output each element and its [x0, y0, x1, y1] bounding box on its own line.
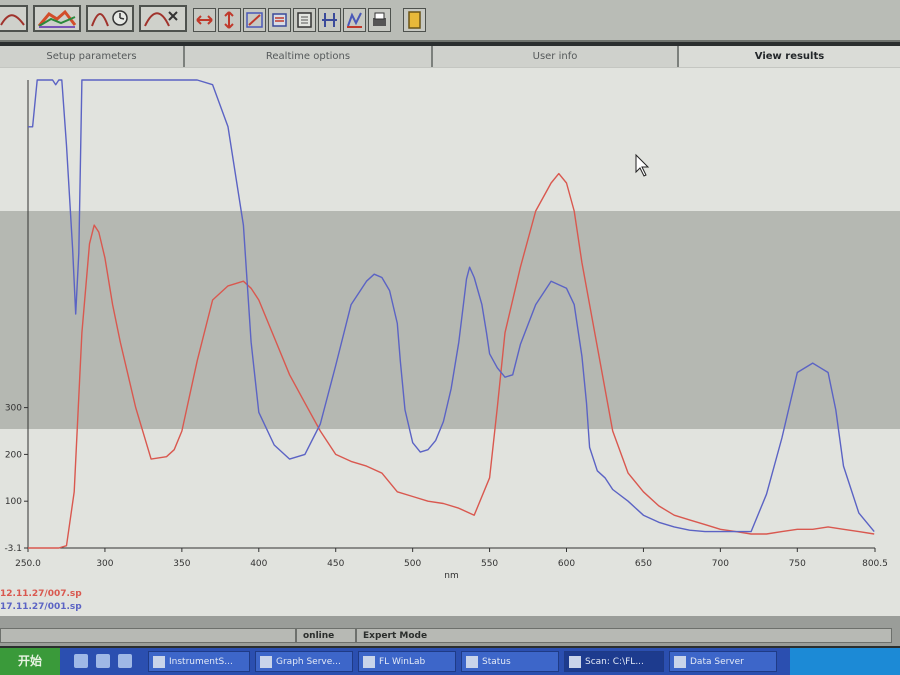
legend-file-1[interactable]: 12.11.27/007.sp	[0, 589, 82, 599]
x-tick-label: 650	[635, 559, 652, 569]
x-tick-label: 600	[558, 559, 575, 569]
windows-taskbar: 开始 InstrumentS... Graph Serve... FL WinL…	[0, 648, 900, 675]
clipboard-icon[interactable]	[403, 8, 426, 32]
status-bar: online Expert Mode	[0, 616, 900, 646]
quicklaunch-media-icon[interactable]	[118, 654, 132, 668]
x-axis-label: nm	[444, 571, 458, 581]
y-tick-label: 200	[5, 450, 22, 460]
app-icon	[153, 656, 165, 668]
x-tick-label: 800.5	[862, 559, 888, 569]
y-tick-label: 300	[5, 404, 22, 414]
status-cell-empty	[0, 628, 296, 643]
x-tick-label: 250.0	[15, 559, 41, 569]
copy-data-icon[interactable]	[293, 8, 316, 32]
peak-pick-icon[interactable]	[139, 5, 187, 32]
spectrum-view-icon[interactable]	[0, 5, 28, 32]
tab-user-info[interactable]: User info	[433, 46, 679, 67]
task-scan[interactable]: Scan: C:\FL...	[564, 651, 664, 672]
overlay-spectra-icon[interactable]	[33, 5, 81, 32]
tab-bar: Setup parameters Realtime options User i…	[0, 46, 900, 69]
mouse-pointer-icon	[635, 153, 650, 177]
x-tick-label: 400	[250, 559, 267, 569]
x-tick-label: 550	[481, 559, 498, 569]
x-tick-label: 450	[327, 559, 344, 569]
start-button[interactable]: 开始	[0, 648, 60, 675]
expand-y-icon[interactable]	[218, 8, 241, 32]
task-fl-winlab[interactable]: FL WinLab	[358, 651, 456, 672]
cursor-mode-icon[interactable]	[318, 8, 341, 32]
quicklaunch-desktop-icon[interactable]	[74, 654, 88, 668]
x-tick-label: 700	[712, 559, 729, 569]
task-graph-server[interactable]: Graph Serve...	[255, 651, 353, 672]
tab-realtime-options[interactable]: Realtime options	[185, 46, 433, 67]
quicklaunch-ie-icon[interactable]	[96, 654, 110, 668]
app-icon	[466, 656, 478, 668]
expand-x-icon[interactable]	[193, 8, 216, 32]
legend-file-2[interactable]: 17.11.27/001.sp	[0, 602, 82, 612]
app-icon	[260, 656, 272, 668]
task-instrument[interactable]: InstrumentS...	[148, 651, 250, 672]
x-tick-label: 350	[173, 559, 190, 569]
print-preview-icon[interactable]	[268, 8, 291, 32]
zoom-area-icon[interactable]	[243, 8, 266, 32]
timed-scan-icon[interactable]	[86, 5, 134, 32]
y-tick-label: -3.1	[4, 544, 22, 554]
system-tray	[790, 648, 900, 675]
task-data-server[interactable]: Data Server	[669, 651, 777, 672]
app-icon	[363, 656, 375, 668]
x-tick-label: 300	[96, 559, 113, 569]
x-tick-label: 750	[789, 559, 806, 569]
status-online: online	[296, 628, 356, 643]
chart-svg: 250.0 300 350 400 450 500 550 600 650 700 750 800.5…	[0, 79, 900, 581]
baseline-icon[interactable]	[343, 8, 366, 32]
x-tick-label: 500	[404, 559, 421, 569]
spectrum-chart[interactable]: 250.0 300 350 400 450 500 550 600 650 700 750 800.5…	[0, 68, 900, 588]
task-status[interactable]: Status	[461, 651, 559, 672]
print-icon[interactable]	[368, 8, 391, 32]
file-legend: 12.11.27/007.sp 17.11.27/001.sp	[0, 588, 900, 616]
toolbar	[0, 0, 900, 42]
status-mode: Expert Mode	[356, 628, 892, 643]
tab-setup-parameters[interactable]: Setup parameters	[0, 46, 185, 67]
y-tick-label: 100	[5, 497, 22, 507]
tab-view-results[interactable]: View results	[679, 46, 900, 67]
app-icon	[569, 656, 581, 668]
app-icon	[674, 656, 686, 668]
